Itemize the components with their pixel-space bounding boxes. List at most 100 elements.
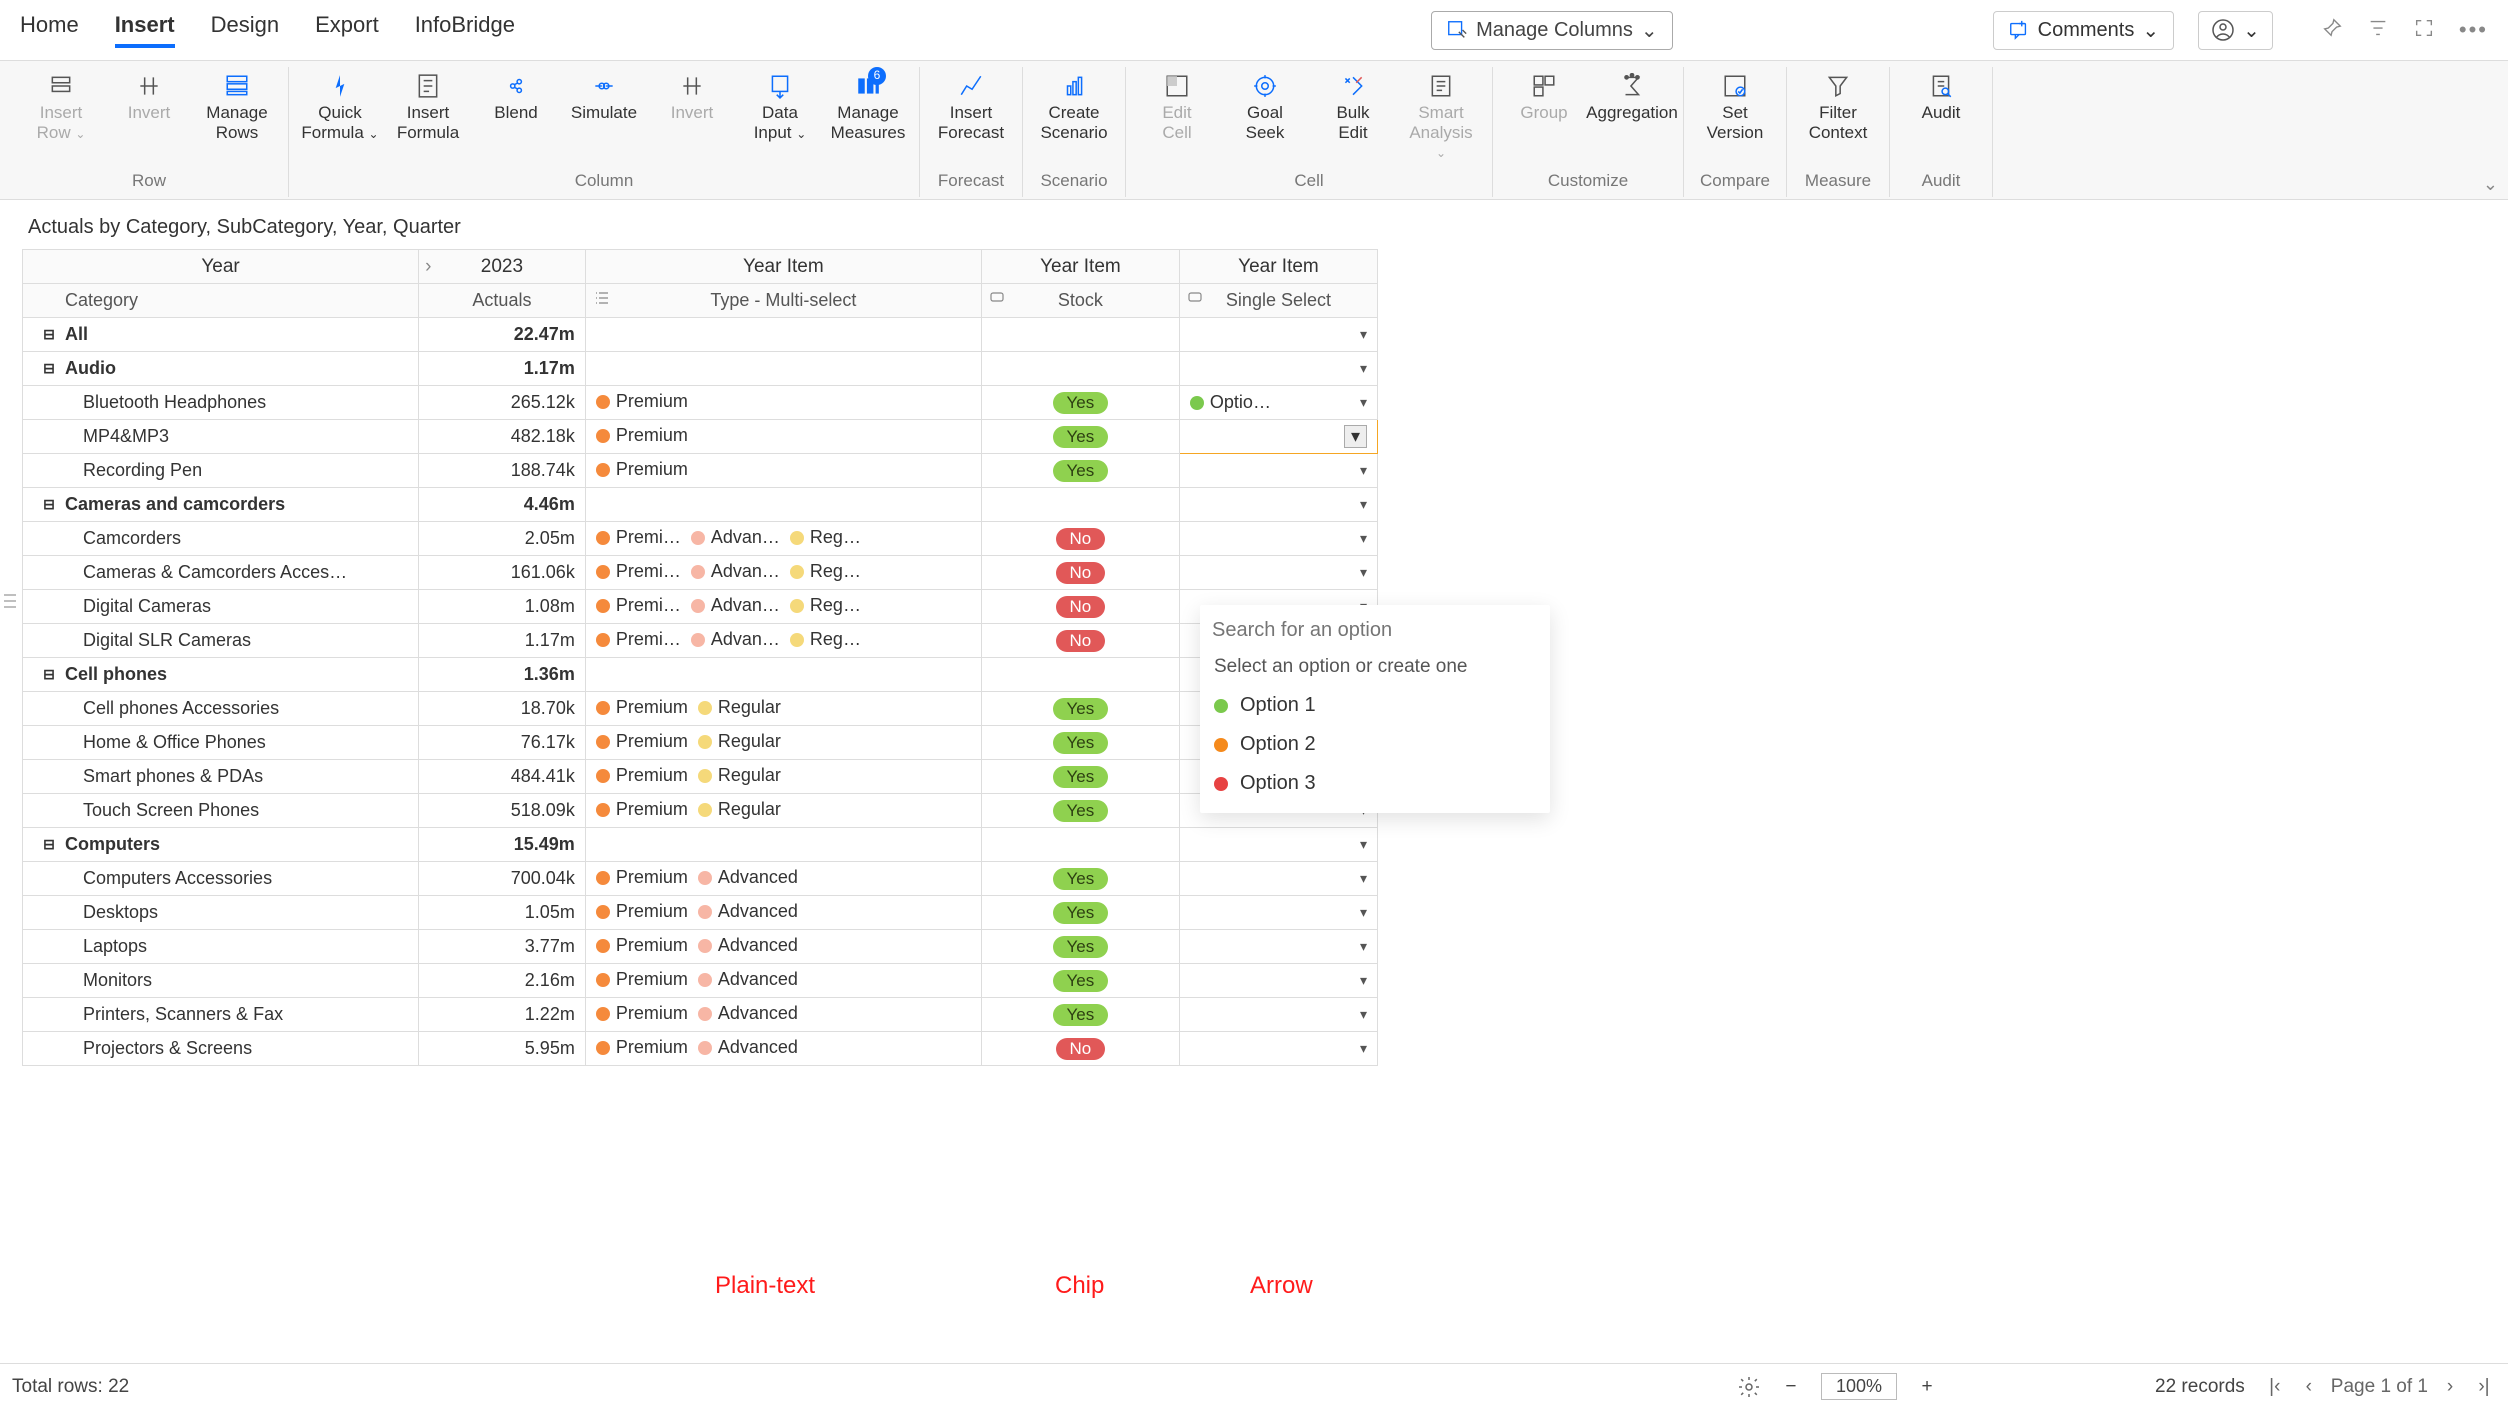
actuals-value[interactable]: 2.16m: [419, 964, 586, 998]
tab-export[interactable]: Export: [315, 12, 379, 48]
dropdown-caret-icon[interactable]: ▾: [1360, 496, 1367, 513]
stock-cell[interactable]: Yes: [981, 420, 1179, 454]
single-select-cell[interactable]: ▾: [1179, 318, 1377, 352]
zoom-in-button[interactable]: +: [1915, 1376, 1939, 1398]
type-cell[interactable]: Premi… Advan… Reg…: [585, 624, 981, 658]
stock-cell[interactable]: No: [981, 522, 1179, 556]
dropdown-caret-icon[interactable]: ▾: [1360, 394, 1367, 411]
user-menu-button[interactable]: ⌄: [2198, 11, 2273, 50]
dropdown-caret-icon[interactable]: ▾: [1360, 972, 1367, 989]
stock-cell[interactable]: No: [981, 590, 1179, 624]
dropdown-caret-icon[interactable]: ▾: [1360, 1040, 1367, 1057]
single-select-cell[interactable]: ▾: [1179, 488, 1377, 522]
category-row[interactable]: ⊟Computers15.49m▾: [23, 828, 1378, 862]
zoom-level[interactable]: 100%: [1821, 1373, 1897, 1400]
ribbon-goal-seek[interactable]: Goal Seek: [1224, 67, 1306, 166]
stock-cell[interactable]: Yes: [981, 454, 1179, 488]
actuals-value[interactable]: 2.05m: [419, 522, 586, 556]
collapse-icon[interactable]: ⊟: [41, 360, 57, 377]
subcategory-row[interactable]: Digital SLR Cameras1.17mPremi… Advan… Re…: [23, 624, 1378, 658]
subcategory-row[interactable]: Cameras & Camcorders Acces…161.06kPremi……: [23, 556, 1378, 590]
header-type[interactable]: Type - Multi-select: [585, 284, 981, 318]
dropdown-option[interactable]: Option 2: [1200, 725, 1550, 764]
type-cell[interactable]: Premium: [585, 386, 981, 420]
actuals-value[interactable]: 1.36m: [419, 658, 586, 692]
type-cell[interactable]: Premi… Advan… Reg…: [585, 590, 981, 624]
header-year[interactable]: Year: [23, 250, 419, 284]
category-row[interactable]: ⊟Cameras and camcorders4.46m▾: [23, 488, 1378, 522]
stock-cell[interactable]: [981, 318, 1179, 352]
ribbon-data-input[interactable]: Data Input ⌄: [739, 67, 821, 146]
chevron-right-icon[interactable]: ›: [425, 256, 431, 278]
actuals-value[interactable]: 18.70k: [419, 692, 586, 726]
actuals-value[interactable]: 1.05m: [419, 896, 586, 930]
dropdown-caret-icon[interactable]: ▾: [1360, 836, 1367, 853]
category-row[interactable]: ⊟Cell phones1.36m▾: [23, 658, 1378, 692]
header-stock[interactable]: Stock: [981, 284, 1179, 318]
single-select-cell[interactable]: ▾: [1179, 420, 1377, 454]
actuals-value[interactable]: 1.17m: [419, 352, 586, 386]
settings-gear-icon[interactable]: [1737, 1375, 1761, 1399]
collapse-icon[interactable]: ⊟: [41, 496, 57, 513]
actuals-value[interactable]: 700.04k: [419, 862, 586, 896]
subcategory-row[interactable]: MP4&MP3482.18kPremiumYes▾: [23, 420, 1378, 454]
stock-cell[interactable]: [981, 352, 1179, 386]
dropdown-caret-icon[interactable]: ▾: [1360, 360, 1367, 377]
single-select-cell[interactable]: Optio…▾: [1179, 386, 1377, 420]
subcategory-row[interactable]: Smart phones & PDAs484.41kPremium Regula…: [23, 760, 1378, 794]
actuals-value[interactable]: 3.77m: [419, 930, 586, 964]
actuals-value[interactable]: 5.95m: [419, 1032, 586, 1066]
type-cell[interactable]: [585, 828, 981, 862]
comments-button[interactable]: Comments ⌄: [1993, 11, 2174, 50]
stock-cell[interactable]: Yes: [981, 386, 1179, 420]
stock-cell[interactable]: No: [981, 624, 1179, 658]
pin-icon[interactable]: [2321, 17, 2343, 43]
ribbon-filter-context[interactable]: Filter Context: [1797, 67, 1879, 146]
type-cell[interactable]: Premium Regular: [585, 760, 981, 794]
actuals-value[interactable]: 484.41k: [419, 760, 586, 794]
actuals-value[interactable]: 1.08m: [419, 590, 586, 624]
type-cell[interactable]: Premium Advanced: [585, 998, 981, 1032]
type-cell[interactable]: Premium: [585, 420, 981, 454]
single-select-cell[interactable]: ▾: [1179, 828, 1377, 862]
ribbon-quick-formula[interactable]: Quick Formula ⌄: [299, 67, 381, 146]
actuals-value[interactable]: 482.18k: [419, 420, 586, 454]
stock-cell[interactable]: Yes: [981, 794, 1179, 828]
dropdown-caret-icon[interactable]: ▾: [1360, 1006, 1367, 1023]
stock-cell[interactable]: Yes: [981, 692, 1179, 726]
dropdown-option[interactable]: Option 3: [1200, 764, 1550, 803]
zoom-out-button[interactable]: −: [1779, 1376, 1803, 1398]
single-select-cell[interactable]: ▾: [1179, 352, 1377, 386]
stock-cell[interactable]: Yes: [981, 998, 1179, 1032]
dropdown-option[interactable]: Option 1: [1200, 686, 1550, 725]
subcategory-row[interactable]: Projectors & Screens5.95mPremium Advance…: [23, 1032, 1378, 1066]
dropdown-caret-icon[interactable]: ▾: [1344, 425, 1367, 448]
stock-cell[interactable]: [981, 488, 1179, 522]
dropdown-caret-icon[interactable]: ▾: [1360, 326, 1367, 343]
type-cell[interactable]: Premium Regular: [585, 692, 981, 726]
single-select-cell[interactable]: ▾: [1179, 862, 1377, 896]
actuals-value[interactable]: 4.46m: [419, 488, 586, 522]
actuals-value[interactable]: 1.22m: [419, 998, 586, 1032]
category-row[interactable]: ⊟All22.47m▾: [23, 318, 1378, 352]
type-cell[interactable]: Premium Advanced: [585, 1032, 981, 1066]
page-next-button[interactable]: ›: [2438, 1376, 2462, 1398]
category-row[interactable]: ⊟Audio1.17m▾: [23, 352, 1378, 386]
single-select-cell[interactable]: ▾: [1179, 930, 1377, 964]
expand-icon[interactable]: [2413, 17, 2435, 43]
dropdown-search-input[interactable]: [1212, 619, 1538, 642]
more-icon[interactable]: •••: [2459, 17, 2488, 43]
ribbon-insert-forecast[interactable]: Insert Forecast: [930, 67, 1012, 146]
actuals-value[interactable]: 518.09k: [419, 794, 586, 828]
subcategory-row[interactable]: Laptops3.77mPremium AdvancedYes▾: [23, 930, 1378, 964]
single-select-cell[interactable]: ▾: [1179, 998, 1377, 1032]
ribbon-collapse-button[interactable]: ⌄: [2483, 174, 2498, 195]
stock-cell[interactable]: Yes: [981, 760, 1179, 794]
subcategory-row[interactable]: Recording Pen188.74kPremiumYes▾: [23, 454, 1378, 488]
type-cell[interactable]: Premi… Advan… Reg…: [585, 556, 981, 590]
subcategory-row[interactable]: Monitors2.16mPremium AdvancedYes▾: [23, 964, 1378, 998]
single-select-cell[interactable]: ▾: [1179, 556, 1377, 590]
header-year-item-3[interactable]: Year Item: [1179, 250, 1377, 284]
stock-cell[interactable]: Yes: [981, 896, 1179, 930]
subcategory-row[interactable]: Home & Office Phones76.17kPremium Regula…: [23, 726, 1378, 760]
